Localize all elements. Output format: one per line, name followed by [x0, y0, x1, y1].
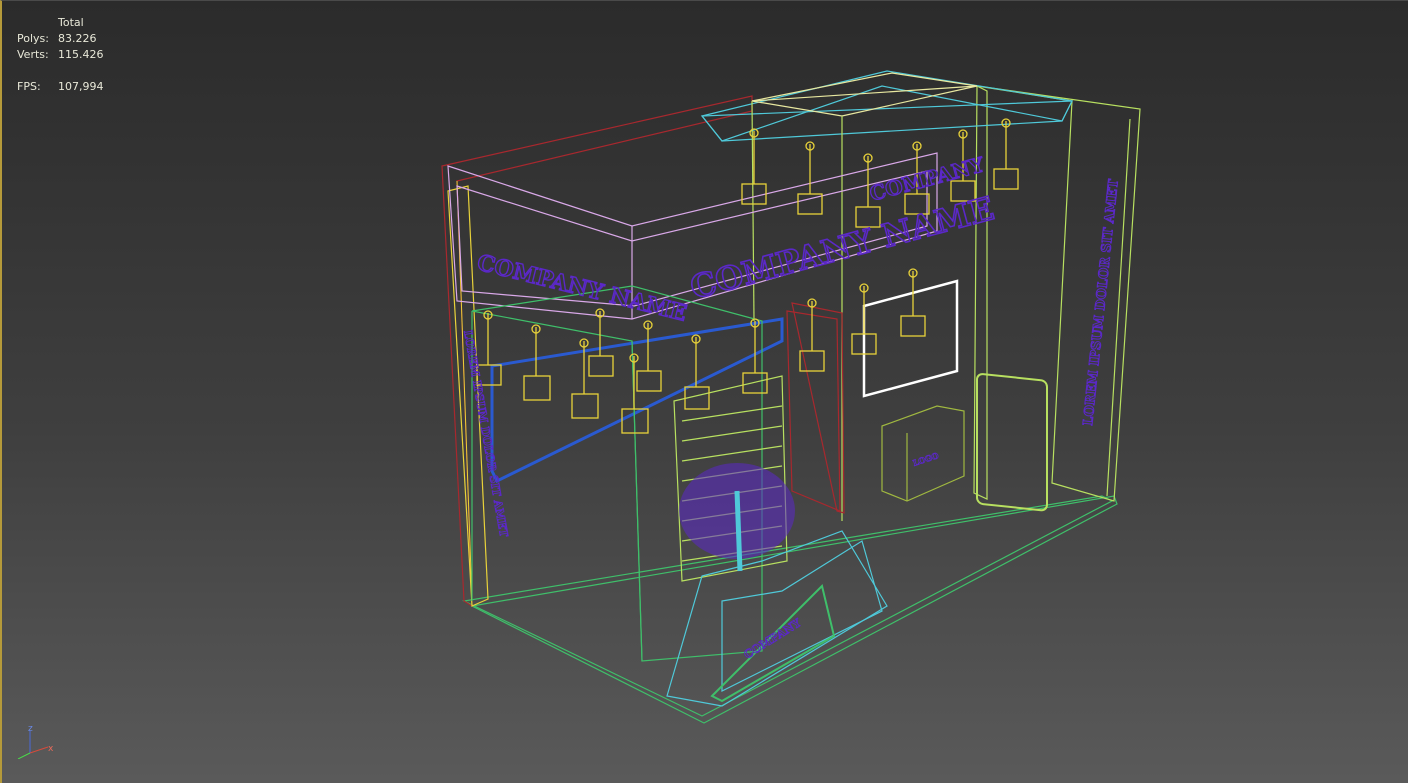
small-cabinet: [881, 405, 965, 502]
ceiling-truss: [700, 70, 1073, 521]
fps-row: FPS: 107,994: [17, 79, 104, 95]
perspective-viewport[interactable]: COMPANY NAME COMPANY NAME COMPANY LOREM …: [0, 0, 1408, 783]
booth-floor: [462, 495, 1118, 724]
axis-x-label: x: [48, 744, 54, 754]
viewport-statistics: Total Polys: 83.226 Verts: 115.426 FPS: …: [17, 15, 104, 95]
lorem-right-wall-text: LOREM IPSUM DOLOR SIT AMET: [1081, 178, 1122, 426]
fps-label: FPS:: [17, 80, 41, 93]
fps-value: 107,994: [58, 80, 104, 93]
polys-value: 83.226: [58, 32, 97, 45]
booth-wireframe-scene[interactable]: COMPANY NAME COMPANY NAME COMPANY LOREM …: [2, 1, 1408, 784]
company-name-left-sign: COMPANY NAME: [475, 250, 690, 327]
verts-label: Verts:: [17, 48, 49, 61]
reception-counter: [666, 530, 888, 707]
axis-z-label: z: [28, 724, 33, 734]
stats-header: Total: [58, 16, 84, 29]
axis-gizmo-icon: z x: [17, 724, 54, 759]
polys-label: Polys:: [17, 32, 49, 45]
back-wall-right: [973, 85, 1141, 502]
door-frame: [786, 302, 845, 514]
cabinet-logo-text: LOGO: [912, 450, 940, 468]
verts-value: 115.426: [58, 48, 104, 61]
verts-row: Verts: 115.426: [17, 47, 104, 63]
display-screen: [862, 279, 959, 398]
polys-row: Polys: 83.226: [17, 31, 104, 47]
